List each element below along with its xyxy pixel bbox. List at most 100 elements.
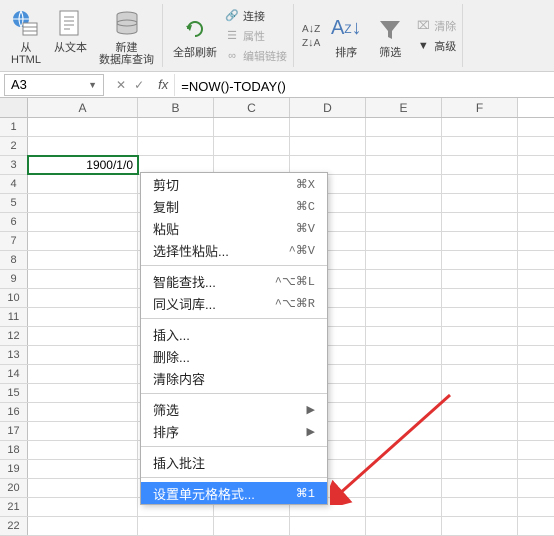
row-header[interactable]: 9 <box>0 270 28 288</box>
row-header[interactable]: 12 <box>0 327 28 345</box>
cell[interactable] <box>442 365 518 383</box>
row-header[interactable]: 6 <box>0 213 28 231</box>
cell[interactable] <box>366 346 442 364</box>
row-header[interactable]: 17 <box>0 422 28 440</box>
chevron-down-icon[interactable]: ▼ <box>88 80 97 90</box>
cell[interactable] <box>366 498 442 516</box>
cell[interactable] <box>442 403 518 421</box>
cell[interactable] <box>28 479 138 497</box>
cell[interactable] <box>366 403 442 421</box>
cell[interactable] <box>442 118 518 136</box>
menu-delete[interactable]: 删除... <box>141 345 327 367</box>
clear-button[interactable]: ⌧清除 <box>416 18 456 34</box>
cell[interactable] <box>366 308 442 326</box>
cell[interactable] <box>138 517 214 535</box>
cell[interactable] <box>28 308 138 326</box>
cell[interactable] <box>442 422 518 440</box>
cell[interactable] <box>28 403 138 421</box>
cell[interactable] <box>28 251 138 269</box>
cell[interactable] <box>366 422 442 440</box>
cell[interactable] <box>366 118 442 136</box>
menu-paste-special[interactable]: 选择性粘贴...^⌘V <box>141 239 327 261</box>
confirm-icon[interactable]: ✓ <box>134 78 144 92</box>
cell[interactable] <box>442 384 518 402</box>
row-header[interactable]: 3 <box>0 156 28 174</box>
row-header[interactable]: 5 <box>0 194 28 212</box>
row-header[interactable]: 16 <box>0 403 28 421</box>
menu-insert-comment[interactable]: 插入批注 <box>141 451 327 473</box>
column-header[interactable]: B <box>138 98 214 117</box>
cell[interactable] <box>28 213 138 231</box>
row-header[interactable]: 13 <box>0 346 28 364</box>
cell[interactable] <box>442 289 518 307</box>
sort-asc-button[interactable]: A↓Z <box>302 23 320 35</box>
from-text-button[interactable]: 从文本 <box>52 6 89 68</box>
formula-input[interactable]: =NOW()-TODAY() <box>174 74 554 96</box>
cell[interactable] <box>442 441 518 459</box>
row-header[interactable]: 1 <box>0 118 28 136</box>
row-header[interactable]: 7 <box>0 232 28 250</box>
menu-filter[interactable]: 筛选▶ <box>141 398 327 420</box>
cell[interactable] <box>366 251 442 269</box>
cell[interactable] <box>28 498 138 516</box>
cell[interactable] <box>442 232 518 250</box>
cell[interactable] <box>366 327 442 345</box>
row-header[interactable]: 8 <box>0 251 28 269</box>
cell[interactable] <box>366 460 442 478</box>
column-header[interactable]: C <box>214 98 290 117</box>
menu-paste[interactable]: 粘贴⌘V <box>141 217 327 239</box>
cell[interactable] <box>28 175 138 193</box>
cell[interactable] <box>442 498 518 516</box>
cell[interactable] <box>28 327 138 345</box>
menu-cut[interactable]: 剪切⌘X <box>141 173 327 195</box>
edit-links-button[interactable]: ∞编辑链接 <box>225 48 287 64</box>
cell[interactable] <box>290 118 366 136</box>
new-db-query-button[interactable]: 新建 数据库查询 <box>97 6 156 68</box>
cell[interactable] <box>28 460 138 478</box>
cell[interactable] <box>442 137 518 155</box>
name-box[interactable]: A3 ▼ <box>4 74 104 96</box>
select-all-corner[interactable] <box>0 98 28 117</box>
column-header[interactable]: F <box>442 98 518 117</box>
cell[interactable] <box>366 384 442 402</box>
column-header[interactable]: E <box>366 98 442 117</box>
row-header[interactable]: 18 <box>0 441 28 459</box>
cell[interactable] <box>28 232 138 250</box>
cell[interactable] <box>28 384 138 402</box>
connections-button[interactable]: 🔗连接 <box>225 8 287 24</box>
row-header[interactable]: 19 <box>0 460 28 478</box>
menu-format-cells[interactable]: 设置单元格格式...⌘1 <box>141 482 327 504</box>
cell[interactable] <box>366 270 442 288</box>
row-header[interactable]: 15 <box>0 384 28 402</box>
cell[interactable] <box>28 346 138 364</box>
cell[interactable] <box>28 194 138 212</box>
cell[interactable] <box>366 441 442 459</box>
column-header[interactable]: D <box>290 98 366 117</box>
cell[interactable] <box>28 118 138 136</box>
cell[interactable] <box>442 175 518 193</box>
sort-desc-button[interactable]: Z↓A <box>302 37 320 49</box>
cell[interactable] <box>442 194 518 212</box>
cell[interactable]: 1900/1/0 <box>28 156 138 174</box>
cell[interactable] <box>442 156 518 174</box>
row-header[interactable]: 11 <box>0 308 28 326</box>
row-header[interactable]: 4 <box>0 175 28 193</box>
cell[interactable] <box>366 156 442 174</box>
row-header[interactable]: 14 <box>0 365 28 383</box>
cell[interactable] <box>28 270 138 288</box>
advanced-button[interactable]: ▼高级 <box>416 38 456 54</box>
cell[interactable] <box>138 137 214 155</box>
refresh-all-button[interactable]: 全部刷新 <box>171 11 219 61</box>
cell[interactable] <box>214 517 290 535</box>
fx-icon[interactable]: fx <box>152 77 174 92</box>
cell[interactable] <box>366 232 442 250</box>
menu-thesaurus[interactable]: 同义词库...^⌥⌘R <box>141 292 327 314</box>
cell[interactable] <box>366 137 442 155</box>
cell[interactable] <box>366 213 442 231</box>
cancel-icon[interactable]: ✕ <box>116 78 126 92</box>
cell[interactable] <box>442 346 518 364</box>
menu-copy[interactable]: 复制⌘C <box>141 195 327 217</box>
cell[interactable] <box>366 365 442 383</box>
cell[interactable] <box>366 517 442 535</box>
row-header[interactable]: 2 <box>0 137 28 155</box>
